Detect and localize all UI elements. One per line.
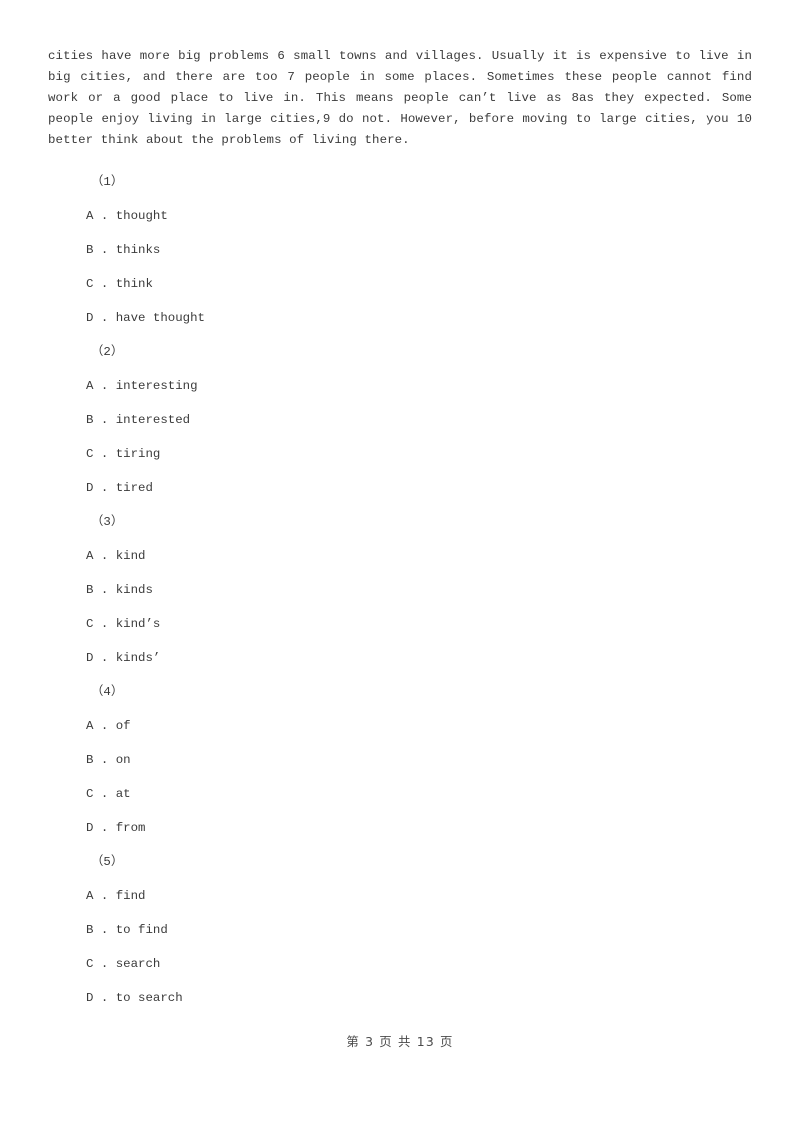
document-page: cities have more big problems 6 small to… bbox=[0, 0, 800, 1132]
question-option[interactable]: D . kinds’ bbox=[48, 641, 752, 675]
question-option[interactable]: A . kind bbox=[48, 539, 752, 573]
question-option[interactable]: C . kind’s bbox=[48, 607, 752, 641]
question-number: （5） bbox=[91, 855, 124, 869]
question-option[interactable]: B . kinds bbox=[48, 573, 752, 607]
question-option[interactable]: C . tiring bbox=[48, 437, 752, 471]
question-option[interactable]: B . thinks bbox=[48, 233, 752, 267]
question-option[interactable]: B . interested bbox=[48, 403, 752, 437]
question-block: （5） A . find B . to find C . search D . … bbox=[48, 845, 752, 1015]
question-option[interactable]: D . tired bbox=[48, 471, 752, 505]
question-option[interactable]: D . from bbox=[48, 811, 752, 845]
question-number: （1） bbox=[91, 175, 124, 189]
question-block: （2） A . interesting B . interested C . t… bbox=[48, 335, 752, 505]
passage-text: cities have more big problems 6 small to… bbox=[48, 49, 752, 147]
question-option[interactable]: D . to search bbox=[48, 981, 752, 1015]
question-option[interactable]: B . to find bbox=[48, 913, 752, 947]
question-block: （3） A . kind B . kinds C . kind’s D . ki… bbox=[48, 505, 752, 675]
question-option[interactable]: C . think bbox=[48, 267, 752, 301]
question-option[interactable]: A . interesting bbox=[48, 369, 752, 403]
question-number: （3） bbox=[91, 515, 124, 529]
question-option[interactable]: A . thought bbox=[48, 199, 752, 233]
page-footer: 第 3 页 共 13 页 bbox=[346, 1034, 454, 1049]
question-block: （1） A . thought B . thinks C . think D .… bbox=[48, 165, 752, 335]
questions-list: （1） A . thought B . thinks C . think D .… bbox=[48, 165, 752, 1015]
question-option[interactable]: D . have thought bbox=[48, 301, 752, 335]
question-option[interactable]: B . on bbox=[48, 743, 752, 777]
question-option[interactable]: C . search bbox=[48, 947, 752, 981]
question-option[interactable]: A . of bbox=[48, 709, 752, 743]
question-number: （4） bbox=[91, 685, 124, 699]
question-option[interactable]: A . find bbox=[48, 879, 752, 913]
question-number: （2） bbox=[91, 345, 124, 359]
question-block: （4） A . of B . on C . at D . from bbox=[48, 675, 752, 845]
question-option[interactable]: C . at bbox=[48, 777, 752, 811]
